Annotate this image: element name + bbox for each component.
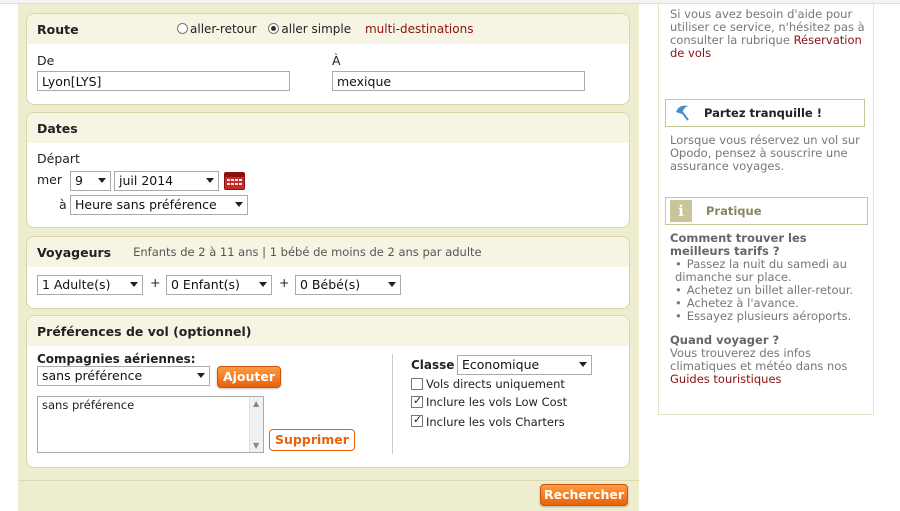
time-select[interactable]: Heure sans préférence	[70, 195, 248, 215]
class-label: Classe	[411, 358, 455, 372]
scroll-up-icon[interactable]: ▲	[253, 399, 259, 408]
day-select[interactable]: 9	[70, 171, 111, 191]
lowcost-checkbox[interactable]	[411, 394, 423, 408]
plus-sign: +	[150, 275, 161, 290]
to-input[interactable]: mexique	[332, 71, 585, 91]
help-text: Si vous avez besoin d'aide pour utiliser…	[670, 7, 865, 60]
multi-destinations-link[interactable]: multi-destinations	[365, 22, 474, 36]
travellers-header: Voyageurs Enfants de 2 à 11 ans | 1 bébé…	[27, 237, 629, 267]
travellers-panel: Voyageurs Enfants de 2 à 11 ans | 1 bébé…	[26, 236, 630, 309]
direct-flights-checkbox[interactable]	[411, 378, 423, 390]
children-select[interactable]: 0 Enfant(s)	[166, 275, 272, 295]
route-panel: Route aller-retour aller simple multi-de…	[26, 13, 630, 105]
radio-icon[interactable]	[177, 23, 188, 34]
chevron-down-icon	[579, 362, 587, 367]
travel-guides-link[interactable]: Guides touristiques	[670, 372, 782, 386]
chevron-down-icon	[235, 202, 243, 207]
travellers-note: Enfants de 2 à 11 ans | 1 bébé de moins …	[133, 245, 482, 259]
practical-title: Pratique	[706, 204, 762, 218]
calendar-icon[interactable]	[224, 172, 245, 190]
chevron-down-icon	[259, 282, 267, 287]
listbox-scrollbar[interactable]: ▲ ▼	[249, 397, 263, 452]
practical-box: i Pratique	[665, 197, 868, 225]
sidebar: Si vous avez besoin d'aide pour utiliser…	[658, 4, 874, 415]
oneway-radio[interactable]: aller simple	[268, 22, 351, 36]
footer-separator	[18, 480, 639, 481]
from-label: De	[37, 53, 55, 68]
insurance-title: Partez tranquille !	[704, 106, 822, 120]
airline-listbox[interactable]: sans préférence ▲ ▼	[37, 396, 264, 453]
trip-type-options: aller-retour aller simple multi-destinat…	[177, 22, 473, 36]
insurance-text: Lorsque vous réservez un vol sur Opodo, …	[670, 133, 860, 173]
weekday-label: mer	[37, 172, 63, 187]
list-item: Essayez plusieurs aéroports.	[675, 310, 865, 323]
umbrella-icon	[672, 102, 694, 124]
remove-airline-button[interactable]: Supprimer	[269, 429, 355, 451]
month-select[interactable]: juil 2014	[114, 171, 219, 191]
lowcost-label: Inclure les vols Low Cost	[426, 395, 568, 409]
list-item[interactable]: sans préférence	[38, 397, 263, 413]
to-label: À	[332, 53, 341, 68]
insurance-box: Partez tranquille !	[665, 99, 865, 127]
scroll-down-icon[interactable]: ▼	[253, 441, 259, 450]
dates-header: Dates	[27, 113, 629, 143]
depart-label: Départ	[37, 151, 80, 166]
chevron-down-icon	[206, 178, 214, 183]
chevron-down-icon	[197, 373, 205, 378]
from-input[interactable]: Lyon[LYS]	[37, 71, 290, 91]
dates-title: Dates	[37, 120, 78, 136]
airlines-label: Compagnies aériennes:	[37, 352, 196, 366]
airline-select[interactable]: sans préférence	[37, 366, 210, 386]
travellers-title: Voyageurs	[37, 244, 112, 260]
route-title: Route	[37, 21, 79, 37]
info-icon: i	[670, 200, 692, 222]
adults-select[interactable]: 1 Adulte(s)	[37, 275, 143, 295]
roundtrip-radio[interactable]: aller-retour	[177, 22, 257, 36]
radio-checked-icon[interactable]	[268, 23, 280, 34]
time-at-label: à	[59, 197, 67, 212]
add-airline-button[interactable]: Ajouter	[217, 366, 281, 388]
plus-sign: +	[279, 275, 290, 290]
babies-select[interactable]: 0 Bébé(s)	[295, 275, 401, 295]
list-item: Passez la nuit du samedi au dimanche sur…	[675, 258, 865, 284]
class-select[interactable]: Economique	[457, 355, 592, 375]
search-button[interactable]: Rechercher	[540, 484, 628, 506]
preferences-panel: Préférences de vol (optionnel) Compagnie…	[26, 315, 630, 468]
chevron-down-icon	[98, 178, 106, 183]
when-text: Vous trouverez des infos climatiques et …	[670, 346, 848, 386]
tips-list: Passez la nuit du samedi au dimanche sur…	[675, 258, 865, 323]
charters-checkbox[interactable]	[411, 413, 423, 427]
dates-panel: Dates Départ mer 9 juil 2014 à Heure san…	[26, 112, 630, 228]
divider	[392, 354, 393, 454]
flight-search-form: Route aller-retour aller simple multi-de…	[18, 4, 639, 511]
chevron-down-icon	[388, 282, 396, 287]
direct-flights-label: Vols directs uniquement	[426, 377, 565, 391]
preferences-header: Préférences de vol (optionnel)	[27, 316, 629, 346]
tips-title: Comment trouver les meilleurs tarifs ?	[670, 231, 807, 258]
charters-label: Inclure les vols Charters	[426, 415, 565, 429]
preferences-title: Préférences de vol (optionnel)	[37, 323, 252, 339]
chevron-down-icon	[130, 282, 138, 287]
